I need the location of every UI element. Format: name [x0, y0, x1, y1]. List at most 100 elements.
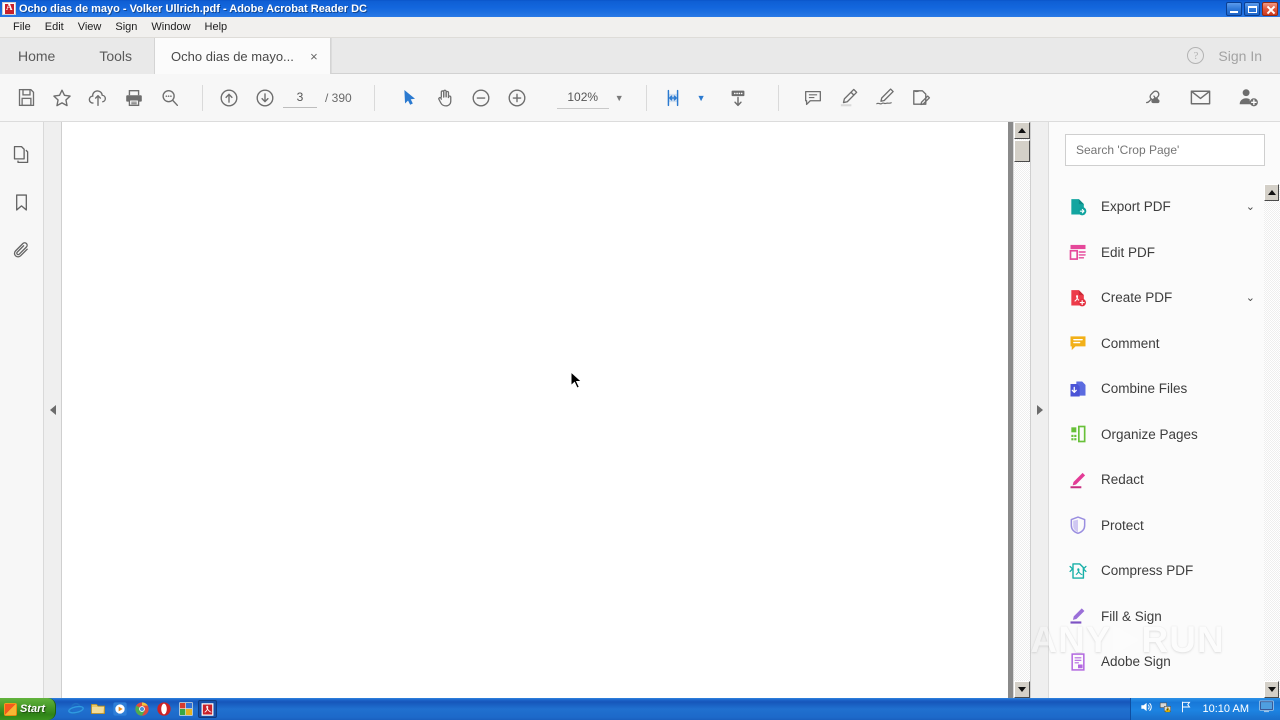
tool-label: Comment — [1101, 335, 1160, 351]
tools-panel-scrollbar[interactable] — [1264, 184, 1280, 698]
tool-item-adobe-sign[interactable]: Adobe Sign — [1049, 639, 1265, 685]
opera-icon[interactable] — [154, 700, 173, 718]
save-floppy-icon[interactable] — [8, 80, 44, 116]
tab-document[interactable]: Ocho dias de mayo... × — [154, 38, 331, 74]
clock-time[interactable]: 10:10 AM — [1203, 703, 1249, 715]
tool-label: Edit PDF — [1101, 244, 1156, 260]
close-icon[interactable]: × — [308, 50, 320, 63]
tool-item-comment[interactable]: Comment — [1049, 321, 1265, 367]
attachments-paperclip-icon[interactable] — [8, 236, 36, 264]
fill-and-sign-icon[interactable] — [903, 80, 939, 116]
fit-page-icon[interactable] — [655, 80, 691, 116]
tab-tools[interactable]: Tools — [77, 38, 155, 74]
scroll-down-arrow-icon[interactable] — [1014, 681, 1030, 698]
window-controls — [1226, 2, 1278, 16]
zoom-level-input[interactable] — [556, 86, 609, 109]
network-warning-icon[interactable] — [1159, 700, 1173, 719]
search-magnifier-icon[interactable] — [152, 80, 188, 116]
tool-item-fill-and-sign[interactable]: Fill & Sign — [1049, 594, 1265, 640]
chevron-down-icon[interactable]: ▼ — [615, 93, 624, 103]
help-circle-icon[interactable]: ? — [1187, 47, 1205, 64]
scroll-up-arrow-icon[interactable] — [1014, 122, 1030, 139]
tab-home[interactable]: Home — [0, 38, 78, 74]
highlighter-pen-icon[interactable] — [831, 80, 867, 116]
security-flag-icon[interactable] — [1179, 700, 1193, 719]
scrollbar-thumb[interactable] — [1014, 140, 1030, 162]
zoom-in-circle-icon[interactable] — [499, 80, 535, 116]
page-scroll-down-icon[interactable] — [720, 80, 756, 116]
right-panel-expand-handle[interactable] — [1030, 122, 1048, 698]
share-link-cloud-icon[interactable] — [1134, 80, 1170, 116]
cloud-upload-icon[interactable] — [80, 80, 116, 116]
toolbar-separator — [777, 84, 779, 111]
menu-item-file[interactable]: File — [6, 19, 38, 35]
chrome-icon[interactable] — [132, 700, 151, 718]
menu-item-window[interactable]: Window — [144, 19, 197, 35]
colorful-app-icon[interactable] — [176, 700, 195, 718]
chevron-down-icon[interactable]: ⌄ — [1246, 291, 1255, 304]
tool-item-protect[interactable]: Protect — [1049, 503, 1265, 549]
arrow-down-circle-icon[interactable] — [247, 80, 283, 116]
zoom-out-circle-icon[interactable] — [463, 80, 499, 116]
bookmarks-icon[interactable] — [8, 188, 36, 216]
tool-label: Redact — [1101, 472, 1144, 488]
edit-pdf-icon — [1067, 241, 1089, 263]
tool-item-combine-files[interactable]: Combine Files — [1049, 366, 1265, 412]
select-cursor-icon[interactable] — [391, 80, 427, 116]
tools-search-wrapper — [1049, 122, 1280, 176]
toolbar-separator — [202, 84, 203, 111]
email-envelope-icon[interactable] — [1182, 80, 1218, 116]
tool-item-edit-pdf[interactable]: Edit PDF — [1049, 230, 1265, 276]
create-pdf-icon — [1067, 287, 1089, 309]
star-icon[interactable] — [44, 80, 80, 116]
left-panel-collapse-handle[interactable] — [44, 122, 62, 698]
start-button[interactable]: Start — [0, 698, 57, 720]
menu-item-sign[interactable]: Sign — [108, 19, 144, 35]
menu-bar: File Edit View Sign Window Help — [0, 17, 1280, 38]
start-label: Start — [20, 703, 46, 715]
hand-tool-icon[interactable] — [427, 80, 463, 116]
internet-explorer-icon[interactable] — [66, 700, 85, 718]
page-number-input[interactable] — [283, 87, 317, 108]
tool-item-organize-pages[interactable]: Organize Pages — [1049, 412, 1265, 458]
document-vertical-scrollbar[interactable] — [1013, 122, 1030, 698]
toolbar-share-group — [1134, 80, 1266, 116]
main-toolbar: / 390 — [0, 74, 1280, 122]
tool-label: Create PDF — [1101, 290, 1173, 306]
sign-in-button[interactable]: Sign In — [1218, 48, 1262, 64]
tool-label: Adobe Sign — [1101, 654, 1171, 670]
menu-item-help[interactable]: Help — [198, 19, 235, 35]
search-input[interactable] — [1065, 134, 1265, 166]
media-player-icon[interactable] — [110, 700, 129, 718]
file-explorer-icon[interactable] — [88, 700, 107, 718]
document-viewport[interactable] — [44, 122, 1020, 698]
volume-speaker-icon[interactable] — [1139, 700, 1153, 719]
display-monitor-icon[interactable] — [1259, 700, 1274, 718]
tools-list: Export PDF ⌄ Edit PDF Create PDF ⌄ Comme… — [1049, 184, 1265, 698]
toolbar-separator — [645, 84, 647, 111]
acrobat-reader-icon[interactable] — [198, 700, 218, 718]
tool-label: Organize Pages — [1101, 426, 1198, 442]
signature-pen-icon[interactable] — [867, 80, 903, 116]
tool-item-export-pdf[interactable]: Export PDF ⌄ — [1049, 184, 1265, 230]
minimize-button[interactable] — [1226, 2, 1242, 16]
maximize-button[interactable] — [1244, 2, 1260, 16]
tool-item-redact[interactable]: Redact — [1049, 457, 1265, 503]
chevron-down-icon[interactable]: ▼ — [697, 93, 706, 103]
page-thumbnails-icon[interactable] — [8, 140, 36, 168]
tool-item-create-pdf[interactable]: Create PDF ⌄ — [1049, 275, 1265, 321]
menu-item-edit[interactable]: Edit — [38, 19, 71, 35]
close-button[interactable] — [1262, 2, 1278, 16]
scroll-down-arrow-icon[interactable] — [1264, 681, 1279, 698]
scroll-up-arrow-icon[interactable] — [1264, 184, 1279, 201]
left-navigation-rail — [0, 122, 44, 698]
protect-shield-icon — [1067, 514, 1089, 536]
print-icon[interactable] — [116, 80, 152, 116]
add-person-icon[interactable] — [1230, 80, 1266, 116]
chevron-down-icon[interactable]: ⌄ — [1246, 200, 1255, 213]
comment-bubble-icon[interactable] — [795, 80, 831, 116]
arrow-up-circle-icon[interactable] — [211, 80, 247, 116]
tool-item-compress-pdf[interactable]: Compress PDF — [1049, 548, 1265, 594]
menu-item-view[interactable]: View — [71, 19, 109, 35]
redact-icon — [1067, 469, 1089, 491]
